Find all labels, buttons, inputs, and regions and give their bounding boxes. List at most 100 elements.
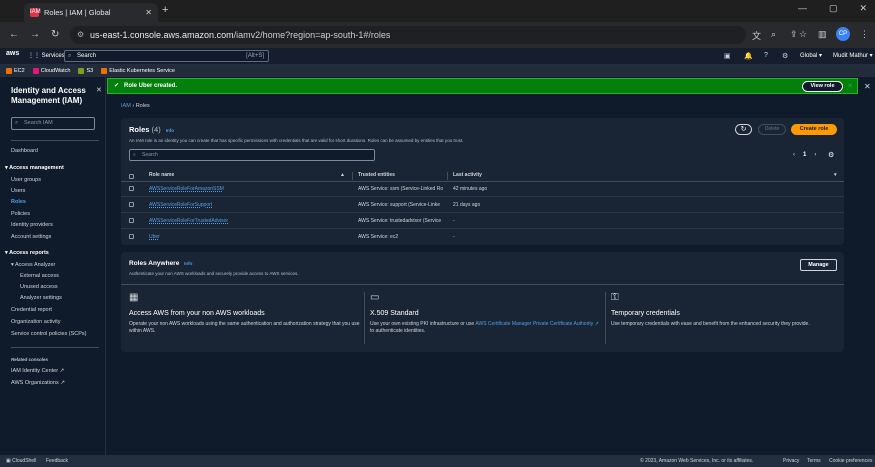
close-window-icon[interactable]: ✕ <box>859 3 867 14</box>
acm-pca-link[interactable]: AWS Certificate Manager Private Certific… <box>475 321 593 327</box>
sidebar-item-access-analyzer[interactable]: ▾ Access Analyzer <box>11 262 55 268</box>
browser-tab[interactable]: IAM Roles | IAM | Global ✕ <box>24 3 158 22</box>
row-checkbox[interactable] <box>129 234 134 239</box>
refresh-button[interactable]: ↻ <box>735 124 752 135</box>
cloudshell-icon[interactable]: ▣ <box>724 52 731 60</box>
sidebar-item-credential-report[interactable]: Credential report <box>11 307 52 313</box>
maximize-icon[interactable]: ▢ <box>829 3 838 14</box>
col-role-name[interactable]: Role name <box>149 172 174 178</box>
create-role-button[interactable]: Create role <box>791 124 837 135</box>
sidebar-item-analyzer-settings[interactable]: Analyzer settings <box>20 295 62 301</box>
favorite-s3[interactable]: S3 <box>78 68 93 74</box>
sidebar-section-access-management[interactable]: ▾ Access management <box>5 165 64 171</box>
sidebar-item-unused-access[interactable]: Unused access <box>20 284 58 290</box>
role-name-link[interactable]: AWSServiceRoleForTrustedAdvisor <box>149 218 228 224</box>
cookie-preferences-link[interactable]: Cookie preferences <box>829 458 872 464</box>
table-row[interactable]: AWSServiceRoleForAmazonSSM AWS Service: … <box>121 182 844 197</box>
help-icon[interactable]: ? <box>764 52 768 59</box>
favorite-cloudwatch[interactable]: CloudWatch <box>32 68 70 74</box>
minimize-icon[interactable]: — <box>798 3 807 14</box>
browser-tab-bar: IAM Roles | IAM | Global ✕ + — ▢ ✕ <box>0 0 875 22</box>
sidebar-item-policies[interactable]: Policies <box>11 211 30 217</box>
cloudshell-button[interactable]: ▣ CloudShell <box>6 458 36 464</box>
account-menu[interactable]: Mudit Mathur ▾ <box>833 52 873 59</box>
breadcrumb: IAM › Roles <box>121 103 150 109</box>
sidepanel-icon[interactable]: ▥ <box>818 29 827 40</box>
select-all-checkbox[interactable] <box>129 174 134 179</box>
settings-icon[interactable]: ⚙ <box>782 52 788 60</box>
sidebar-item-roles[interactable]: Roles <box>11 199 26 205</box>
favorite-eks[interactable]: Elastic Kubernetes Service <box>101 68 175 74</box>
share-icon[interactable]: ⇪ <box>790 29 798 40</box>
console-footer: ▣ CloudShell Feedback © 2023, Amazon Web… <box>0 455 875 467</box>
close-panel-icon[interactable]: ✕ <box>864 82 871 91</box>
site-info-icon[interactable]: ⚙ <box>77 26 84 44</box>
role-name-link[interactable]: Uber <box>149 234 160 240</box>
address-bar[interactable]: ⚙ us-east-1.console.aws.amazon.com/iamv2… <box>70 26 746 44</box>
favorite-ec2[interactable]: EC2 <box>6 68 25 74</box>
sidebar-item-external-access[interactable]: External access <box>20 273 59 279</box>
sidebar-item-organization-activity[interactable]: Organization activity <box>11 319 61 325</box>
table-row[interactable]: AWSServiceRoleForTrustedAdvisor AWS Serv… <box>121 214 844 229</box>
roles-anywhere-description: Authenticate your non AWS workloads and … <box>129 271 299 276</box>
aws-search-input[interactable]: ⌕ Search [Alt+S] <box>64 50 269 62</box>
manage-button[interactable]: Manage <box>800 259 837 271</box>
sidebar-item-iam-identity-center[interactable]: IAM Identity Center ↗ <box>11 368 64 374</box>
current-page[interactable]: 1 <box>803 152 806 158</box>
close-sidebar-icon[interactable]: ✕ <box>96 86 102 94</box>
breadcrumb-iam[interactable]: IAM <box>121 103 131 109</box>
aws-logo[interactable]: aws <box>6 50 19 57</box>
delete-button[interactable]: Delete <box>758 124 786 135</box>
table-preferences-icon[interactable]: ⚙ <box>828 151 834 159</box>
forward-icon[interactable]: → <box>30 29 40 40</box>
back-icon[interactable]: ← <box>9 29 19 40</box>
row-checkbox[interactable] <box>129 218 134 223</box>
view-role-button[interactable]: View role <box>802 81 843 92</box>
terms-link[interactable]: Terms <box>807 458 821 464</box>
sort-asc-icon[interactable]: ▲ <box>340 172 345 178</box>
sidebar-item-dashboard[interactable]: Dashboard <box>11 148 38 154</box>
search-icon: ⌕ <box>68 53 72 59</box>
roles-anywhere-info-link[interactable]: Info <box>184 261 192 266</box>
sort-toggle-icon[interactable]: ▾ <box>834 172 837 178</box>
new-tab-button[interactable]: + <box>162 4 168 16</box>
row-checkbox[interactable] <box>129 186 134 191</box>
row-checkbox[interactable] <box>129 202 134 207</box>
services-menu[interactable]: ⋮⋮ Services <box>28 52 65 59</box>
external-link-icon: ↗ <box>60 380 65 386</box>
feature-title: Access AWS from your non AWS workloads <box>129 310 265 317</box>
role-name-link[interactable]: AWSServiceRoleForSupport <box>149 202 212 208</box>
reload-icon[interactable]: ↻ <box>51 29 59 40</box>
last-activity: 42 minutes ago <box>453 186 488 192</box>
sidebar-item-aws-organizations[interactable]: AWS Organizations ↗ <box>11 380 65 386</box>
bookmark-star-icon[interactable]: ☆ <box>799 29 807 40</box>
zoom-icon[interactable]: ⌕ <box>771 29 776 40</box>
table-row[interactable]: AWSServiceRoleForSupport AWS Service: su… <box>121 198 844 213</box>
role-name-link[interactable]: AWSServiceRoleForAmazonSSM <box>149 186 224 192</box>
sidebar-item-user-groups[interactable]: User groups <box>11 177 41 183</box>
sidebar-search-input[interactable]: ⌕ Search IAM <box>11 117 95 130</box>
sidebar-item-identity-providers[interactable]: Identity providers <box>11 222 53 228</box>
privacy-link[interactable]: Privacy <box>783 458 799 464</box>
translate-icon[interactable]: 文 <box>752 29 761 42</box>
sidebar-item-account-settings[interactable]: Account settings <box>11 234 51 240</box>
col-last-activity[interactable]: Last activity <box>453 172 482 178</box>
prev-page-icon[interactable]: ‹ <box>793 152 795 158</box>
table-row[interactable]: Uber AWS Service: ec2 - <box>121 230 844 245</box>
col-trusted-entities[interactable]: Trusted entities <box>358 172 395 178</box>
notifications-icon[interactable]: 🔔 <box>744 52 753 60</box>
sidebar-item-users[interactable]: Users <box>11 188 25 194</box>
dismiss-flash-icon[interactable]: ✕ <box>847 82 853 90</box>
sidebar-item-scps[interactable]: Service control policies (SCPs) <box>11 331 87 337</box>
roles-info-link[interactable]: Info <box>166 128 174 133</box>
region-selector[interactable]: Global ▾ <box>800 52 822 59</box>
favorite-label: Elastic Kubernetes Service <box>109 68 175 74</box>
roles-search-input[interactable]: ⌕ Search <box>129 149 375 161</box>
sidebar-section-access-reports[interactable]: ▾ Access reports <box>5 250 49 256</box>
profile-avatar[interactable]: CP <box>836 27 850 41</box>
close-tab-icon[interactable]: ✕ <box>145 8 152 17</box>
next-page-icon[interactable]: › <box>814 152 816 158</box>
browser-menu-icon[interactable]: ⋮ <box>860 29 869 40</box>
feedback-link[interactable]: Feedback <box>46 458 68 464</box>
services-label: Services <box>41 53 65 59</box>
